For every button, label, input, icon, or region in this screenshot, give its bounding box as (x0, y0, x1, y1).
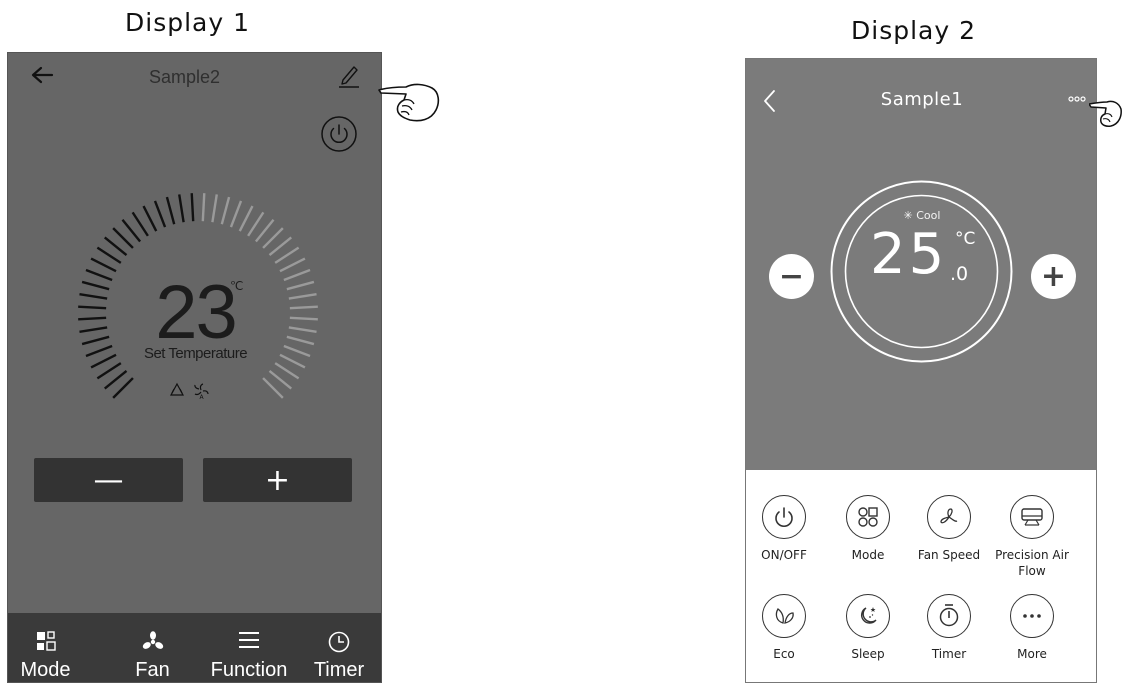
bottom-tab-bar: Mode Fan Function Timer (8, 613, 381, 682)
device-title: Sample1 (880, 89, 964, 110)
dial-tick (238, 205, 254, 232)
set-temperature-value: 23 (155, 270, 238, 355)
dial-tick (131, 211, 149, 237)
dial-tick (279, 257, 306, 273)
pointing-hand-icon (1089, 100, 1122, 127)
temperature-increase-button[interactable]: + (203, 458, 352, 502)
air-flow-icon (1010, 495, 1054, 539)
edit-pencil-icon[interactable] (338, 63, 360, 89)
temperature-increase-button[interactable]: + (1031, 254, 1076, 299)
dial-tick (268, 369, 293, 390)
dial-tick (96, 362, 122, 380)
dial-tick (262, 377, 284, 399)
menu-icon (239, 632, 259, 648)
temperature-decrease-button[interactable]: — (34, 458, 183, 502)
display2-caption: Display 2 (851, 16, 977, 45)
dial-tick (178, 194, 185, 223)
fan-icon (142, 631, 163, 649)
dial-tick (201, 193, 206, 222)
temperature-decrease-button[interactable]: − (769, 254, 814, 299)
dial-tick (274, 246, 300, 264)
dial-tick (103, 369, 128, 390)
pointing-hand-icon (378, 83, 440, 122)
tab-timer[interactable]: Timer (304, 613, 374, 682)
fan-auto-icon: A (194, 383, 209, 401)
dial-tick (268, 236, 293, 257)
mode-cool-indicator: ✳ Cool (903, 209, 941, 222)
dial-tick (229, 200, 243, 228)
power-button-icon[interactable] (320, 115, 358, 153)
dial-tick (247, 211, 265, 237)
dial-tick (121, 218, 142, 243)
dial-tick (90, 257, 117, 273)
svg-text:A: A (200, 394, 205, 401)
temperature-unit: °C (955, 229, 976, 249)
temperature-value: 25 (870, 222, 948, 287)
mode-icon (36, 631, 56, 651)
dial-tick (190, 193, 195, 222)
clock-icon (328, 631, 350, 653)
temperature-unit: ℃ (230, 279, 244, 293)
more-dots-icon (1010, 594, 1054, 638)
mode-status-icons: A (169, 382, 209, 401)
mode-grid-icon (846, 495, 890, 539)
dial-tick (211, 194, 218, 223)
power-icon (762, 495, 806, 539)
dial-tick (262, 227, 284, 249)
eco-leaf-icon (762, 594, 806, 638)
timer-icon (927, 594, 971, 638)
sleep-moon-icon (846, 594, 890, 638)
dial-tick (103, 236, 128, 257)
dial-tick (220, 196, 231, 225)
tab-fan[interactable]: Fan (115, 613, 190, 682)
display2-screen: Sample1 ✳ Cool 25 °C .0 − + ON/OFF Mode … (745, 58, 1097, 683)
recycle-icon (169, 382, 185, 396)
dial-tick (274, 362, 300, 380)
dial-tick (254, 218, 275, 243)
device-title: Sample2 (148, 67, 221, 87)
fan-speed-icon (927, 495, 971, 539)
dial-tick (165, 196, 176, 225)
dial-tick (96, 246, 122, 264)
display1-caption: Display 1 (125, 8, 251, 37)
tab-function[interactable]: Function (204, 613, 294, 682)
dial-tick (112, 227, 134, 249)
tab-mode[interactable]: Mode (8, 613, 83, 682)
temperature-decimal: .0 (950, 263, 969, 285)
set-temperature-label: Set Temperature (143, 345, 248, 362)
dial-tick (153, 200, 167, 228)
dial-tick (112, 377, 134, 399)
dial-tick (142, 205, 158, 232)
display1-screen: Sample2 23 ℃ Set Temperature A — + Mode … (7, 52, 382, 683)
display2-header-panel: Sample1 ✳ Cool 25 °C .0 − + (746, 59, 1096, 470)
